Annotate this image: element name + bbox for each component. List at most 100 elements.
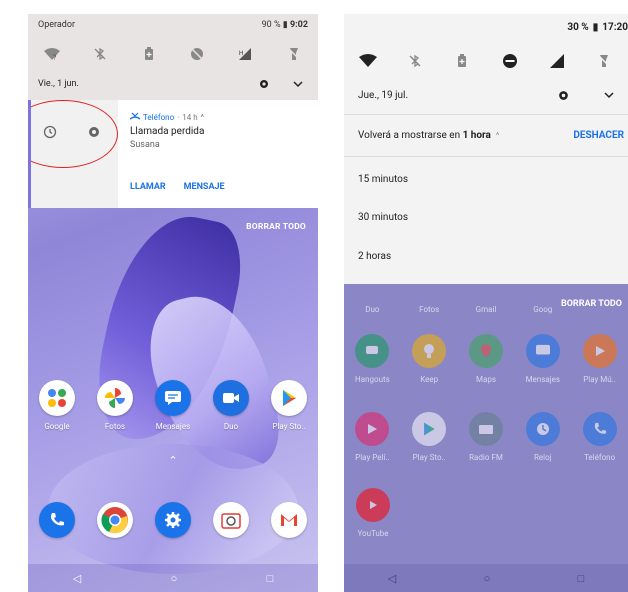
app-play-store[interactable]: Play Sto.. <box>263 380 315 431</box>
clear-all-button[interactable]: BORRAR TODO <box>561 299 622 309</box>
quick-settings-shade: Operador 90 % ▮ 9:02 ? H Vie., 1 jun. <box>28 14 318 100</box>
home-icon[interactable]: ○ <box>171 572 178 585</box>
app-clock: Reloj <box>517 412 569 462</box>
app-youtube: YouTube <box>347 488 399 538</box>
missed-call-icon <box>129 112 141 122</box>
undo-button[interactable]: DESHACER <box>573 130 624 141</box>
youtube-icon <box>356 488 390 522</box>
flashlight-off-icon[interactable] <box>284 44 304 64</box>
wifi-icon[interactable] <box>358 51 378 71</box>
phone-icon <box>582 412 617 446</box>
duo-icon <box>213 380 249 416</box>
snooze-option-120[interactable]: 2 horas <box>358 251 391 262</box>
date-label: Vie., 1 jun. <box>38 79 79 89</box>
battery-icon: ▮ <box>592 22 599 33</box>
do-not-disturb-icon[interactable] <box>500 51 520 71</box>
snooze-header: Volverá a mostrarse en 1 hora ^ DESHACER <box>358 130 624 141</box>
flashlight-off-icon[interactable] <box>594 51 614 71</box>
app-drawer-arrow-icon[interactable]: ⌃ <box>28 454 318 467</box>
battery-saver-icon[interactable] <box>452 51 472 71</box>
expand-chevron-icon[interactable] <box>290 76 306 92</box>
settings-icon <box>155 502 191 538</box>
notification-app-name: Teléfono <box>143 112 175 122</box>
snooze-option-15[interactable]: 15 minutos <box>358 174 408 185</box>
settings-gear-icon[interactable] <box>256 76 272 92</box>
message-button[interactable]: MENSAJE <box>184 182 225 192</box>
dock-chrome[interactable] <box>89 502 141 538</box>
app-hangouts: Hangouts <box>346 334 398 384</box>
recents-icon[interactable]: □ <box>267 572 274 585</box>
wifi-icon[interactable]: ? <box>42 44 62 64</box>
do-not-disturb-off-icon[interactable] <box>187 44 207 64</box>
photos-icon <box>97 380 133 416</box>
right-phone-screen: 30 % ▮ 17:20 Jue., 19 jul. Volverá a mos… <box>344 14 628 592</box>
app-row-1: Google Fotos Mensajes Duo Play Sto.. <box>28 380 318 431</box>
snooze-caret-icon[interactable]: ^ <box>496 131 499 140</box>
phone-icon <box>39 502 75 538</box>
bluetooth-off-icon[interactable] <box>405 51 425 71</box>
left-phone-screen: Operador 90 % ▮ 9:02 ? H Vie., 1 jun. Te… <box>28 14 318 592</box>
call-back-button[interactable]: LLAMAR <box>130 182 166 192</box>
notification-subtitle: Susana <box>130 140 160 150</box>
app-keep: Keep <box>403 334 455 384</box>
status-bar: Operador 90 % ▮ 9:02 <box>38 20 308 34</box>
maps-icon <box>468 334 503 368</box>
back-icon[interactable]: ◁ <box>388 572 396 585</box>
bluetooth-off-icon[interactable] <box>90 44 110 64</box>
app-radio-fm: Radio FM <box>460 412 512 462</box>
snooze-prefix: Volverá a mostrarse en <box>358 130 461 141</box>
battery-icon: ▮ <box>282 20 288 30</box>
dock-settings[interactable] <box>147 502 199 538</box>
dock-row <box>28 502 318 538</box>
status-bar: 30 % ▮ 17:20 <box>567 22 628 33</box>
app-play-store: Play Sto.. <box>403 412 455 462</box>
mobile-signal-icon[interactable] <box>547 51 567 71</box>
app-duo[interactable]: Duo <box>205 380 257 431</box>
recents-icon[interactable]: □ <box>578 572 585 585</box>
app-maps: Maps <box>460 334 512 384</box>
gmail-icon <box>271 502 307 538</box>
play-movies-icon <box>355 412 390 446</box>
play-music-icon <box>582 334 617 368</box>
dock-gmail[interactable] <box>263 502 315 538</box>
messages-icon <box>525 334 560 368</box>
missed-call-notification[interactable]: Teléfono · 14 h ^ Llamada perdida Susana… <box>28 100 318 208</box>
settings-gear-icon[interactable] <box>554 86 572 104</box>
snooze-duration[interactable]: 1 hora <box>463 130 491 141</box>
chrome-icon <box>97 502 133 538</box>
clock-icon <box>525 412 560 446</box>
notification-shade: 30 % ▮ 17:20 Jue., 19 jul. Volverá a mos… <box>344 14 628 284</box>
dock-camera[interactable] <box>205 502 257 538</box>
app-messages: Mensajes <box>517 334 569 384</box>
notification-title: Llamada perdida <box>130 126 205 137</box>
mobile-data-off-icon[interactable]: H <box>235 44 255 64</box>
carrier-name: Operador <box>38 20 76 30</box>
navigation-bar: ◁ ○ □ <box>28 564 318 592</box>
dimmed-app-drawer: Duo Fotos Gmail Goog Hangouts Keep Maps … <box>344 284 628 592</box>
play-store-icon <box>412 412 447 446</box>
hangouts-icon <box>355 334 390 368</box>
navigation-bar: ◁ ○ □ <box>344 564 628 592</box>
date-label: Jue., 19 jul. <box>358 89 409 101</box>
app-phone: Teléfono <box>574 412 626 462</box>
svg-text:?: ? <box>53 54 57 61</box>
snooze-option-30[interactable]: 30 minutos <box>358 212 408 223</box>
home-icon[interactable]: ○ <box>484 572 491 585</box>
expand-chevron-icon[interactable] <box>600 86 618 104</box>
clear-all-button[interactable]: BORRAR TODO <box>246 222 306 232</box>
battery-saver-icon[interactable] <box>139 44 159 64</box>
back-icon[interactable]: ◁ <box>73 572 81 585</box>
notification-time: 14 h <box>182 112 198 122</box>
keep-icon <box>412 334 447 368</box>
app-messages[interactable]: Mensajes <box>147 380 199 431</box>
svg-text:H: H <box>239 50 243 57</box>
dock-phone[interactable] <box>31 502 83 538</box>
app-google-folder[interactable]: Google <box>31 380 83 431</box>
app-play-movies: Play Pelí.. <box>346 412 398 462</box>
collapse-caret-icon[interactable]: ^ <box>201 113 204 122</box>
app-photos[interactable]: Fotos <box>89 380 141 431</box>
radio-icon <box>468 412 503 446</box>
app-play-music: Play Mú.. <box>574 334 626 384</box>
messages-icon <box>155 380 191 416</box>
camera-icon <box>213 502 249 538</box>
